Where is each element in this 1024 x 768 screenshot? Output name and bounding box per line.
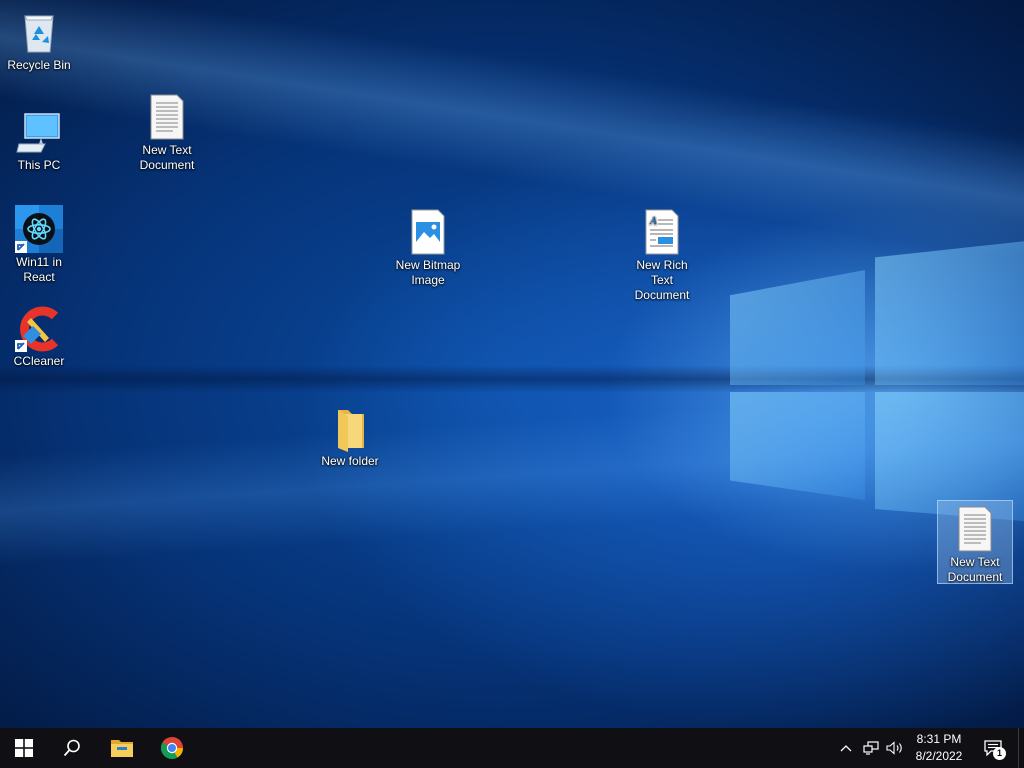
search-icon xyxy=(63,739,80,757)
ccleaner-icon xyxy=(15,304,63,352)
desktop-icon-new-text-document[interactable]: New Text Document xyxy=(129,89,205,173)
react-app-icon xyxy=(15,205,63,253)
taskbar-google-chrome[interactable] xyxy=(148,728,196,768)
desktop-icon-new-folder[interactable]: New folder xyxy=(312,400,388,469)
wallpaper-windows-logo xyxy=(700,240,1024,530)
desktop-icon-win11-in-react[interactable]: Win11 in React xyxy=(1,201,77,285)
desktop-icon-label: Recycle Bin xyxy=(7,58,71,72)
text-document-icon xyxy=(951,505,999,553)
desktop-icon-ccleaner[interactable]: CCleaner xyxy=(1,300,77,369)
wallpaper-dark-band xyxy=(0,365,1024,393)
show-desktop-button[interactable] xyxy=(1018,728,1024,768)
desktop-icon-this-pc[interactable]: This PC xyxy=(1,104,77,173)
start-button[interactable] xyxy=(0,728,48,768)
desktop-icon-label: New Rich Text Document xyxy=(634,258,690,302)
system-clock[interactable]: 8:31 PM 8/2/2022 xyxy=(906,731,972,765)
desktop-icon-label: New Text Document xyxy=(947,555,1003,584)
desktop-icon-label: New Bitmap Image xyxy=(395,258,461,287)
file-explorer-icon xyxy=(111,740,133,757)
folder-icon xyxy=(326,404,374,452)
notification-count-badge: 1 xyxy=(993,747,1006,760)
desktop-icon-recycle-bin[interactable]: Recycle Bin xyxy=(1,4,77,73)
desktop[interactable]: Recycle Bin This PC Win11 in React CClea… xyxy=(0,0,1024,728)
clock-date: 8/2/2022 xyxy=(915,749,963,763)
show-hidden-icons-button[interactable] xyxy=(836,728,856,768)
search-button[interactable] xyxy=(48,728,96,768)
action-center-button[interactable]: 1 xyxy=(980,728,1006,768)
desktop-icon-label: CCleaner xyxy=(13,354,65,368)
volume-button[interactable] xyxy=(884,728,906,768)
svg-text:A: A xyxy=(649,216,657,227)
wallpaper-light-beam xyxy=(0,380,1024,571)
rich-text-document-icon: A xyxy=(638,208,686,256)
network-button[interactable] xyxy=(860,728,882,768)
bitmap-image-icon xyxy=(404,208,452,256)
windows-logo-icon xyxy=(15,739,33,757)
desktop-icon-label: New folder xyxy=(321,454,379,468)
clock-time: 8:31 PM xyxy=(916,732,962,746)
desktop-icon-label: New Text Document xyxy=(139,143,195,172)
computer-icon xyxy=(15,108,63,156)
chevron-up-icon xyxy=(840,745,852,752)
desktop-icon-label: Win11 in React xyxy=(16,255,62,284)
text-document-icon xyxy=(143,93,191,141)
desktop-icon-new-bitmap-image[interactable]: New Bitmap Image xyxy=(390,204,466,288)
recycle-bin-icon xyxy=(15,8,63,56)
desktop-icon-new-text-document-selected[interactable]: New Text Document xyxy=(937,500,1013,584)
taskbar-file-explorer[interactable] xyxy=(98,728,146,768)
desktop-icon-label: This PC xyxy=(17,158,61,172)
network-icon xyxy=(863,741,879,755)
chrome-icon xyxy=(161,737,183,759)
taskbar: 8:31 PM 8/2/2022 1 xyxy=(0,728,1024,768)
speaker-icon xyxy=(886,741,902,755)
desktop-icon-new-rich-text-document[interactable]: A New Rich Text Document xyxy=(624,204,700,303)
